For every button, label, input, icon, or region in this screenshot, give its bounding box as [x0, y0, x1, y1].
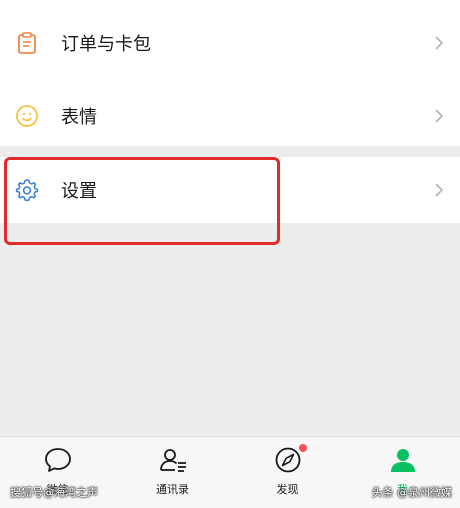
- tab-contacts-label: 通讯录: [156, 483, 189, 496]
- menu-item-orders[interactable]: 订单与卡包: [0, 0, 460, 86]
- discover-badge-dot: [299, 444, 307, 452]
- tab-contacts[interactable]: 通讯录: [115, 437, 230, 508]
- settings-highlight-box: [4, 157, 280, 245]
- watermark-left: 搜狐号@海湾之声: [10, 486, 98, 499]
- chevron-right-icon: [435, 36, 444, 50]
- tab-discover-label: 发现: [276, 483, 299, 496]
- menu-item-orders-label: 订单与卡包: [61, 34, 151, 55]
- me-person-icon: [390, 449, 415, 472]
- chevron-right-icon: [435, 183, 444, 197]
- tab-discover[interactable]: 发现: [230, 437, 345, 508]
- chevron-right-icon: [435, 109, 444, 123]
- smiley-icon: [16, 105, 38, 127]
- order-card-icon: [18, 32, 36, 54]
- menu-item-emoji-label: 表情: [61, 107, 97, 128]
- chat-bubble-icon: [44, 448, 71, 472]
- section-divider: [0, 146, 460, 157]
- watermark-right: 头条 @泉州微媒: [371, 486, 453, 499]
- contacts-icon: [159, 449, 186, 472]
- compass-icon: [275, 447, 300, 473]
- menu-item-emoji[interactable]: 表情: [0, 86, 460, 146]
